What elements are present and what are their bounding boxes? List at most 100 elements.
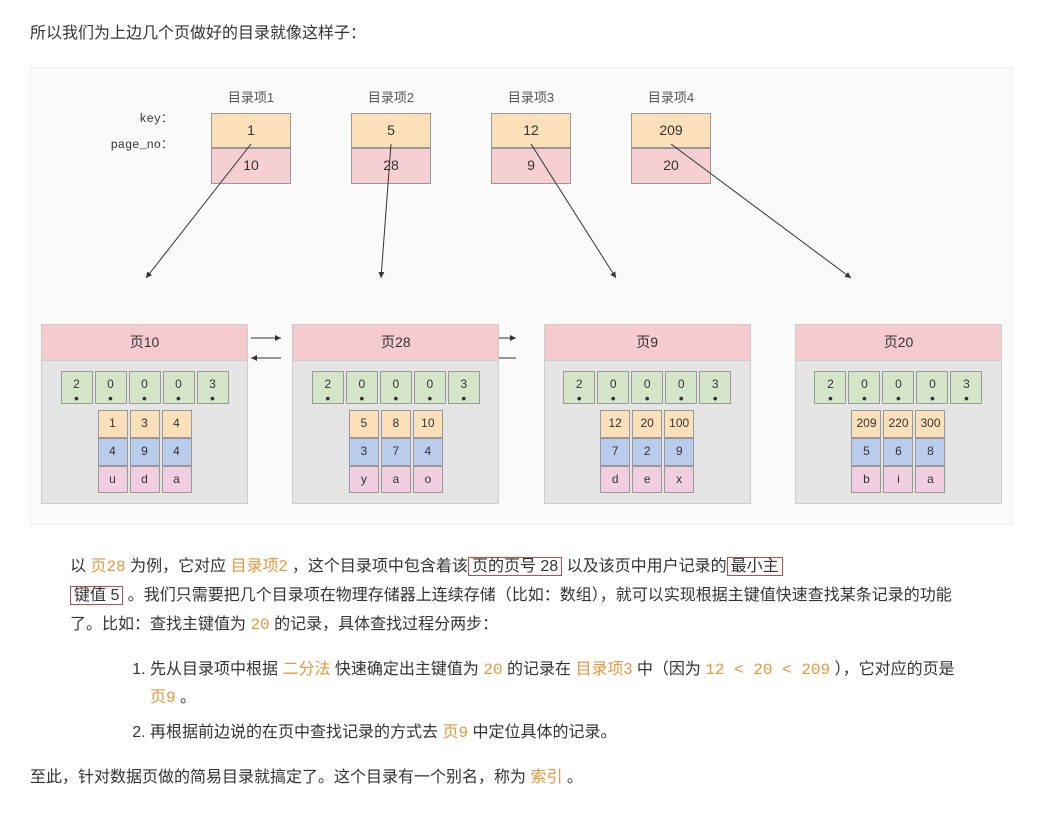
directory-item-1: 目录项1 1 10 xyxy=(211,86,291,184)
dot-icon: • xyxy=(164,395,194,401)
directory-item-page: 9 xyxy=(491,148,571,183)
hl-p9: 页9 xyxy=(442,724,468,742)
directory-item-page: 10 xyxy=(211,148,291,183)
directory-item-key: 1 xyxy=(211,113,291,148)
data-page: 页202•0•0•0•3•2095b2206i3008a xyxy=(795,324,1002,505)
record-cell: 5 xyxy=(349,410,379,438)
dot-icon: • xyxy=(598,395,628,401)
record-cell: 300 xyxy=(915,410,945,438)
record-cell: 8 xyxy=(915,438,945,466)
data-page: 页102•0•0•0•3•14u39d44a xyxy=(41,324,248,505)
slot-cell: 2• xyxy=(563,371,595,405)
record-cell: e xyxy=(632,466,662,494)
slot-cell: 0• xyxy=(631,371,663,405)
slot-cell: 0• xyxy=(848,371,880,405)
record-col: 2095b xyxy=(851,410,881,493)
record-table: 2095b2206i3008a xyxy=(796,410,1001,493)
directory-item-page: 20 xyxy=(631,148,711,183)
record-col: 104o xyxy=(413,410,443,493)
record-cell: 3 xyxy=(349,438,379,466)
dot-icon: • xyxy=(632,395,662,401)
slot-cell: 0• xyxy=(882,371,914,405)
dot-icon: • xyxy=(313,395,343,401)
slot-cell: 2• xyxy=(814,371,846,405)
record-col: 1009x xyxy=(664,410,694,493)
record-col: 87a xyxy=(381,410,411,493)
dot-icon: • xyxy=(449,395,479,401)
slot-cell: 0• xyxy=(163,371,195,405)
record-cell: y xyxy=(349,466,379,494)
hl-expr: 12 < 20 < 209 xyxy=(705,661,830,679)
record-cell: o xyxy=(413,466,443,494)
record-cell: 8 xyxy=(381,410,411,438)
record-table: 127d202e1009x xyxy=(545,410,750,493)
pages-row: 页102•0•0•0•3•14u39d44a页282•0•0•0•3•53y87… xyxy=(41,324,1002,505)
page-title: 页20 xyxy=(796,325,1001,361)
slot-cell: 3• xyxy=(699,371,731,405)
dot-icon: • xyxy=(198,395,228,401)
hl-binary: 二分法 xyxy=(282,661,330,678)
record-cell: 4 xyxy=(162,438,192,466)
boxed-minkey-a: 最小主 xyxy=(727,557,783,576)
slot-cell: 0• xyxy=(346,371,378,405)
label-pageno: page_no： xyxy=(97,132,173,158)
record-cell: 1 xyxy=(98,410,128,438)
record-cell: 4 xyxy=(162,410,192,438)
dot-icon: • xyxy=(381,395,411,401)
step-2: 再根据前边说的在页中查找记录的方式去 页9 中定位具体的记录。 xyxy=(150,719,973,748)
dot-icon: • xyxy=(849,395,879,401)
record-cell: 9 xyxy=(664,438,694,466)
dot-icon: • xyxy=(347,395,377,401)
slot-cell: 0• xyxy=(95,371,127,405)
page-title: 页28 xyxy=(293,325,498,361)
directory-item-page: 28 xyxy=(351,148,431,183)
record-cell: 9 xyxy=(130,438,160,466)
directory-row: key： page_no： 目录项1 1 10 目录项2 5 28 目录项3 1… xyxy=(181,86,1002,184)
record-col: 44a xyxy=(162,410,192,493)
slot-cell: 0• xyxy=(129,371,161,405)
dot-icon: • xyxy=(130,395,160,401)
record-col: 39d xyxy=(130,410,160,493)
dot-icon: • xyxy=(666,395,696,401)
row-labels: key： page_no： xyxy=(97,106,173,158)
dot-icon: • xyxy=(62,395,92,401)
record-cell: 12 xyxy=(600,410,630,438)
record-col: 53y xyxy=(349,410,379,493)
label-key: key： xyxy=(97,106,173,132)
steps-list: 先从目录项中根据 二分法 快速确定出主键值为 20 的记录在 目录项3 中（因为… xyxy=(70,656,973,748)
record-cell: 2 xyxy=(632,438,662,466)
record-cell: b xyxy=(851,466,881,494)
explanation: 以 页28 为例，它对应 目录项2 ，这个目录项中包含着该页的页号 28 以及该… xyxy=(30,553,1013,748)
dot-icon: • xyxy=(951,395,981,401)
record-cell: x xyxy=(664,466,694,494)
directory-item-4: 目录项4 209 20 xyxy=(631,86,711,184)
slot-row: 2•0•0•0•3• xyxy=(545,361,750,411)
record-table: 14u39d44a xyxy=(42,410,247,493)
hl-page28: 页28 xyxy=(90,558,125,576)
directory-item-title: 目录项2 xyxy=(351,86,431,109)
page-title: 页10 xyxy=(42,325,247,361)
record-cell: 3 xyxy=(130,410,160,438)
record-cell: 7 xyxy=(381,438,411,466)
directory-item-key: 12 xyxy=(491,113,571,148)
dot-icon: • xyxy=(564,395,594,401)
dot-icon: • xyxy=(700,395,730,401)
para-1: 以 页28 为例，它对应 目录项2 ，这个目录项中包含着该页的页号 28 以及该… xyxy=(70,553,973,639)
index-diagram: key： page_no： 目录项1 1 10 目录项2 5 28 目录项3 1… xyxy=(30,67,1013,525)
directory-item-key: 209 xyxy=(631,113,711,148)
data-page: 页92•0•0•0•3•127d202e1009x xyxy=(544,324,751,505)
slot-cell: 2• xyxy=(312,371,344,405)
directory-item-2: 目录项2 5 28 xyxy=(351,86,431,184)
record-cell: 4 xyxy=(98,438,128,466)
slot-cell: 0• xyxy=(665,371,697,405)
hl-p9: 页9 xyxy=(150,689,176,707)
record-cell: 209 xyxy=(851,410,881,438)
boxed-minkey-b: 键值 5 xyxy=(70,586,123,605)
record-cell: 6 xyxy=(883,438,913,466)
record-col: 202e xyxy=(632,410,662,493)
record-cell: 7 xyxy=(600,438,630,466)
boxed-pageno: 页的页号 28 xyxy=(468,557,562,576)
slot-cell: 0• xyxy=(380,371,412,405)
slot-cell: 0• xyxy=(414,371,446,405)
step-1: 先从目录项中根据 二分法 快速确定出主键值为 20 的记录在 目录项3 中（因为… xyxy=(150,656,973,714)
